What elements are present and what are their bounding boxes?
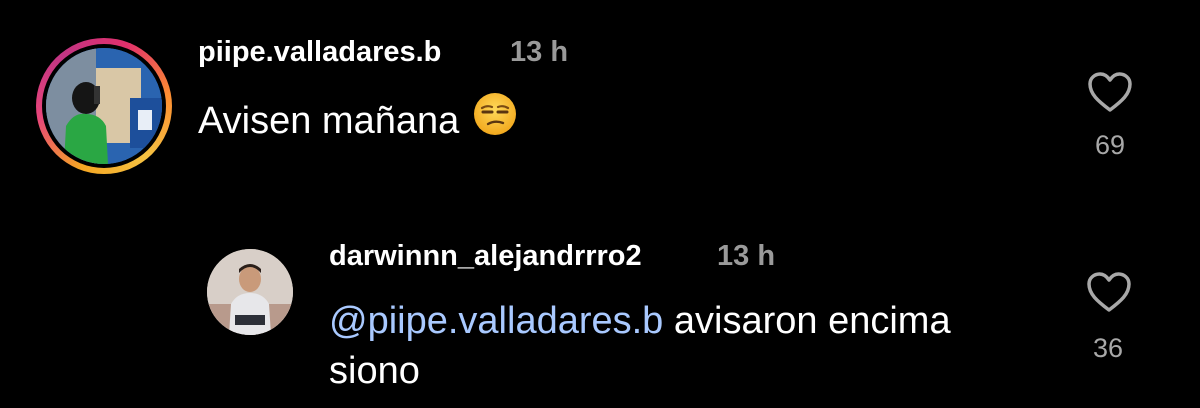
- avatar-photo-image: [207, 249, 293, 335]
- heart-outline-icon[interactable]: [1085, 270, 1133, 314]
- avatar-story-ring[interactable]: [36, 38, 172, 174]
- like-count: 69: [1094, 130, 1126, 160]
- avatar-photo-image: [46, 48, 162, 164]
- heart-outline-icon[interactable]: [1086, 70, 1134, 114]
- comment-timestamp: 13 h: [510, 36, 569, 68]
- unamused-face-emoji: [473, 92, 517, 146]
- mention-link[interactable]: @piipe.valladares.b: [329, 300, 663, 342]
- comment-text-line-2: siono: [329, 350, 420, 392]
- comment-username[interactable]: piipe.valladares.b: [198, 36, 441, 69]
- avatar[interactable]: [46, 48, 162, 164]
- comment-text: Avisen mañana: [198, 100, 460, 143]
- comment-text-line-1: @piipe.valladares.b avisaron encima: [329, 300, 951, 343]
- comment-text-line: Avisen mañana: [198, 93, 517, 150]
- like-count: 36: [1092, 333, 1124, 363]
- comment-text: avisaron encima: [663, 300, 951, 342]
- comment-username[interactable]: darwinnn_alejandrrro2: [329, 240, 642, 273]
- comment-timestamp: 13 h: [717, 240, 776, 272]
- avatar[interactable]: [207, 249, 293, 335]
